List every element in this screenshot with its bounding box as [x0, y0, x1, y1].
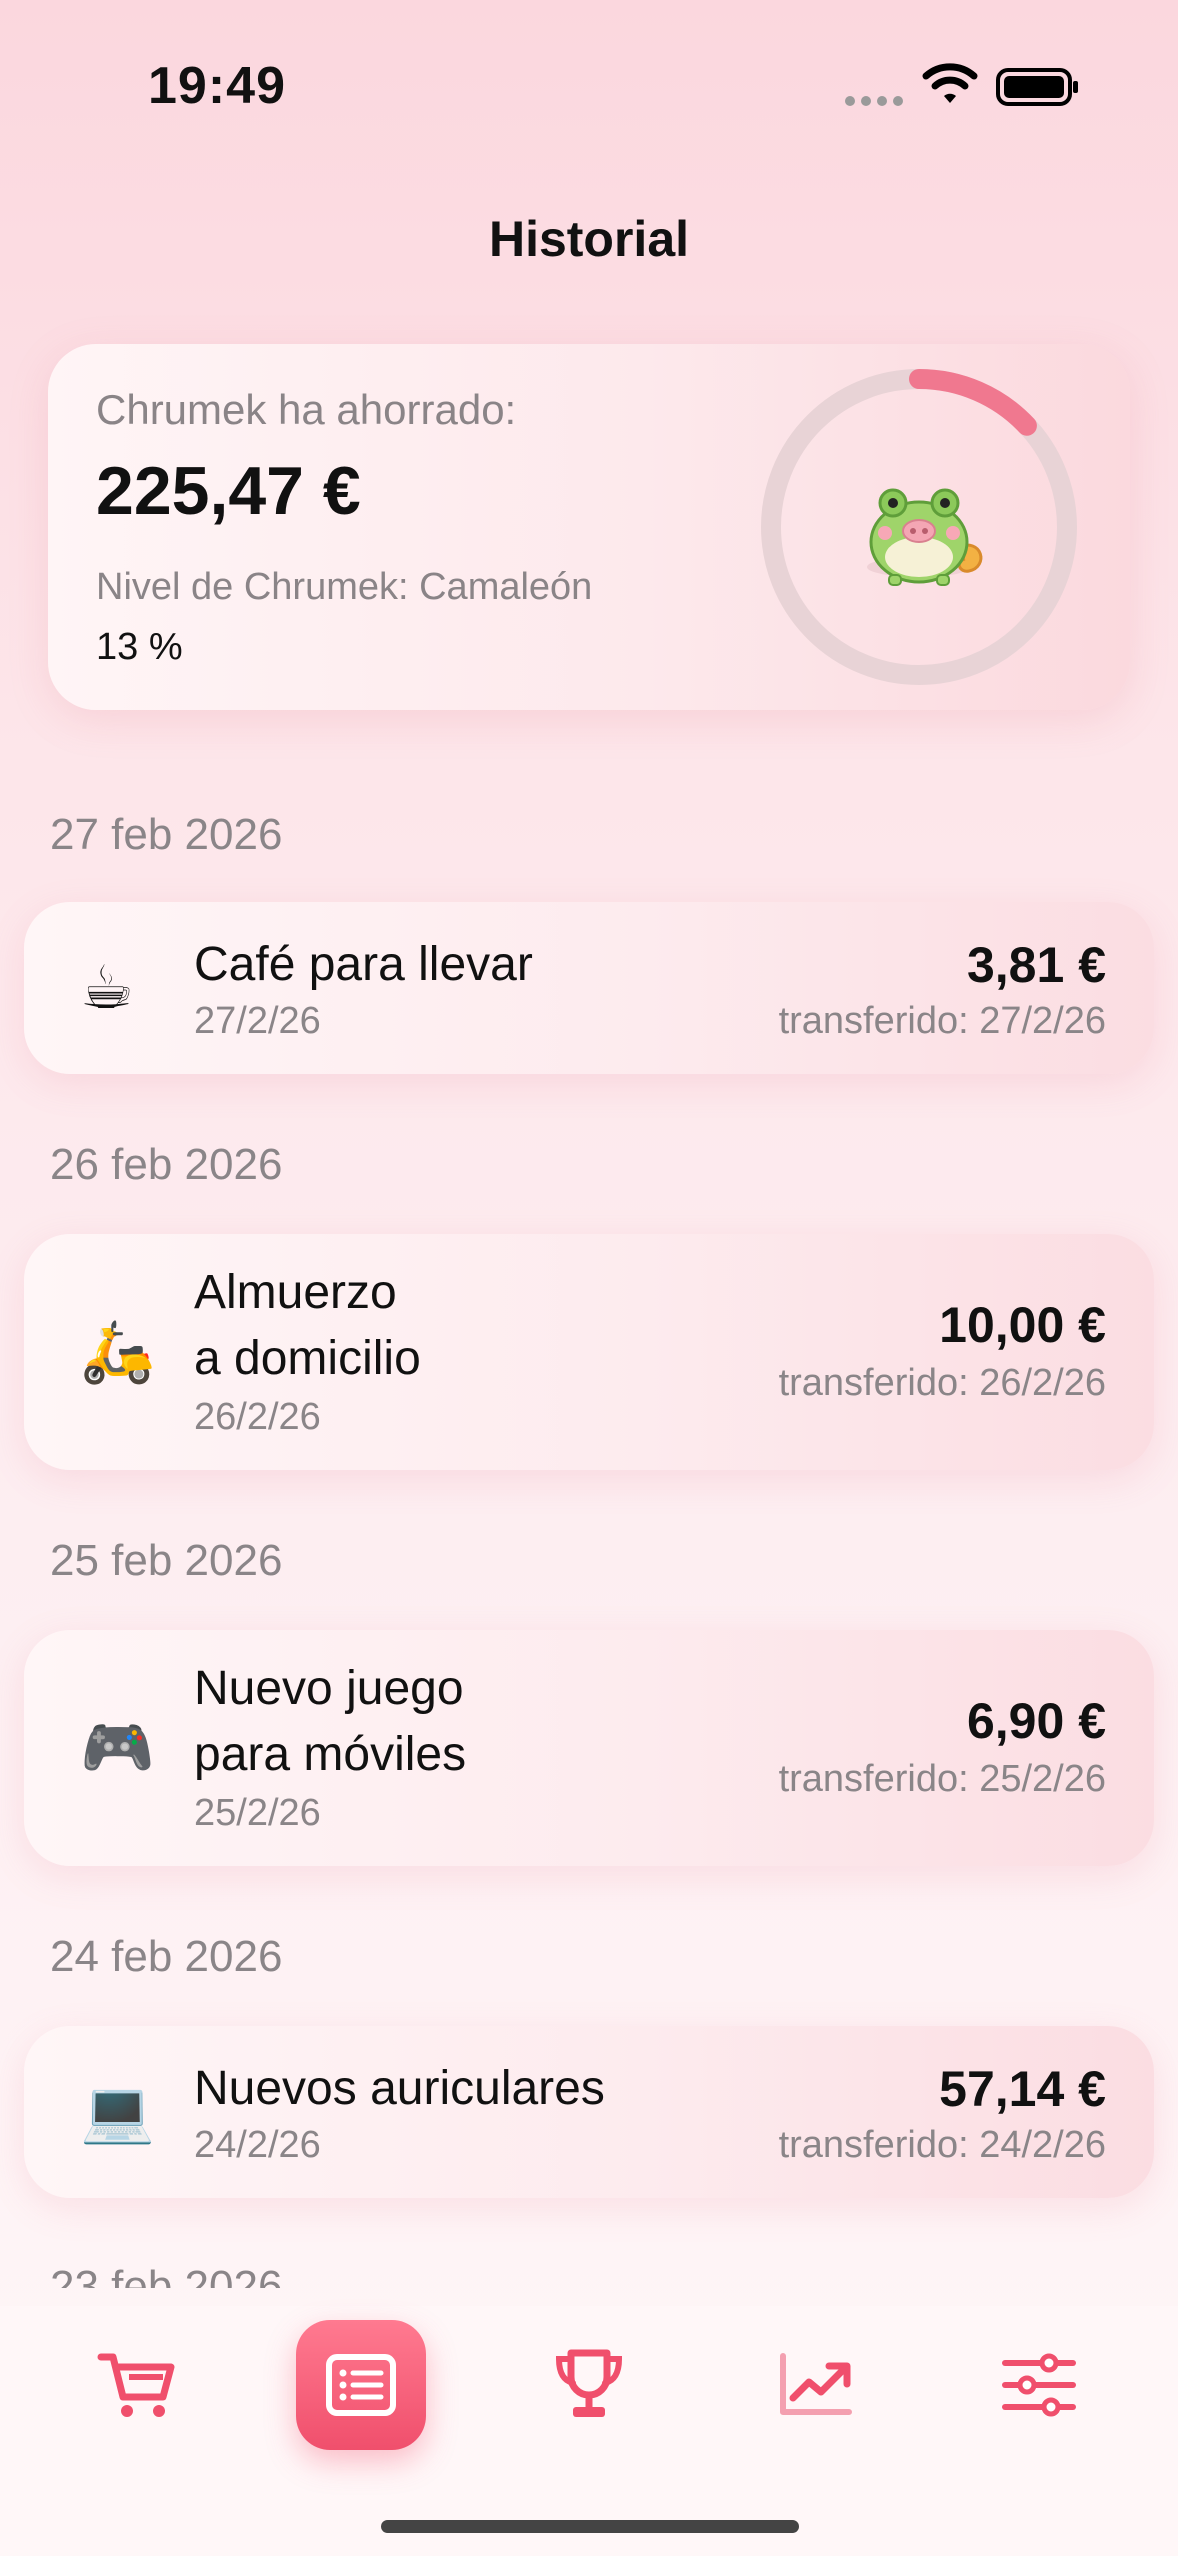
- home-indicator: [381, 2520, 799, 2533]
- cellular-signal-icon: [845, 96, 903, 106]
- transaction-title-line-1: Nuevo juego: [194, 1662, 464, 1715]
- status-time: 19:49: [148, 57, 286, 115]
- transfer-date: transferido: 26/2/26: [778, 1362, 1106, 1404]
- transaction-amount: 6,90 €: [966, 1693, 1106, 1749]
- date-header: 27 feb 2026: [50, 810, 283, 859]
- battery-icon: [996, 68, 1078, 106]
- date-header: 26 feb 2026: [50, 1140, 283, 1189]
- transaction-date: 26/2/26: [194, 1396, 321, 1438]
- tab-shop[interactable]: [72, 2320, 202, 2450]
- transaction-card[interactable]: 💻 Nuevos auriculares 24/2/26 57,14 € tra…: [24, 2026, 1154, 2198]
- transaction-amount: 3,81 €: [966, 937, 1106, 993]
- chameleon-pig-mascot-icon: [867, 488, 983, 586]
- chart-trend-icon: [780, 2353, 852, 2415]
- transaction-title: Café para llevar: [194, 938, 533, 991]
- level-text: Nivel de Chrumek: Camaleón: [96, 566, 593, 608]
- transfer-date: transferido: 25/2/26: [778, 1758, 1106, 1800]
- savings-label: Chrumek ha ahorrado:: [96, 386, 517, 433]
- level-percent: 13 %: [96, 626, 183, 668]
- cart-icon: [97, 2353, 175, 2417]
- date-header: 25 feb 2026: [50, 1536, 283, 1585]
- tab-stats[interactable]: [750, 2320, 880, 2450]
- status-bar: 19:49: [0, 0, 1178, 170]
- coffee-icon: ☕: [80, 954, 134, 1021]
- transaction-card[interactable]: ☕ Café para llevar 27/2/26 3,81 € transf…: [24, 902, 1154, 1074]
- wifi-icon: [922, 63, 978, 103]
- laptop-icon: 💻: [80, 2078, 155, 2145]
- trophy-icon: [555, 2349, 623, 2417]
- date-header-partial-text: 23 feb 2026: [50, 2262, 283, 2288]
- date-header: 24 feb 2026: [50, 1932, 283, 1981]
- transaction-title: Nuevos auriculares: [194, 2062, 605, 2115]
- game-controller-icon: 🎮: [80, 1714, 155, 1781]
- scooter-icon: 🛵: [80, 1318, 155, 1385]
- transfer-date: transferido: 24/2/26: [778, 2124, 1106, 2166]
- transaction-title-line-2: a domicilio: [194, 1332, 421, 1385]
- tab-achievements[interactable]: [524, 2320, 654, 2450]
- list-icon: [326, 2354, 396, 2416]
- tab-history[interactable]: [296, 2320, 426, 2450]
- transaction-card[interactable]: 🎮 Nuevo juego para móviles 25/2/26 6,90 …: [24, 1630, 1154, 1866]
- savings-summary-card[interactable]: Chrumek ha ahorrado: 225,47 € Nivel de C…: [48, 344, 1130, 710]
- sliders-icon: [1002, 2353, 1076, 2417]
- transfer-date: transferido: 27/2/26: [778, 1000, 1106, 1042]
- transaction-title-line-2: para móviles: [194, 1728, 467, 1781]
- transaction-amount: 10,00 €: [939, 1297, 1106, 1353]
- savings-amount: 225,47 €: [96, 453, 361, 529]
- tab-settings[interactable]: [974, 2320, 1104, 2450]
- transaction-date: 25/2/26: [194, 1792, 321, 1834]
- transaction-date: 27/2/26: [194, 1000, 321, 1042]
- page-title: Historial: [488, 211, 690, 267]
- date-header-partial: 23 feb 2026: [50, 2262, 282, 2288]
- transaction-date: 24/2/26: [194, 2124, 321, 2166]
- transaction-title-line-1: Almuerzo: [194, 1266, 397, 1319]
- level-progress-ring: [761, 369, 1077, 685]
- transaction-amount: 57,14 €: [939, 2061, 1106, 2117]
- transaction-card[interactable]: 🛵 Almuerzo a domicilio 26/2/26 10,00 € t…: [24, 1234, 1154, 1470]
